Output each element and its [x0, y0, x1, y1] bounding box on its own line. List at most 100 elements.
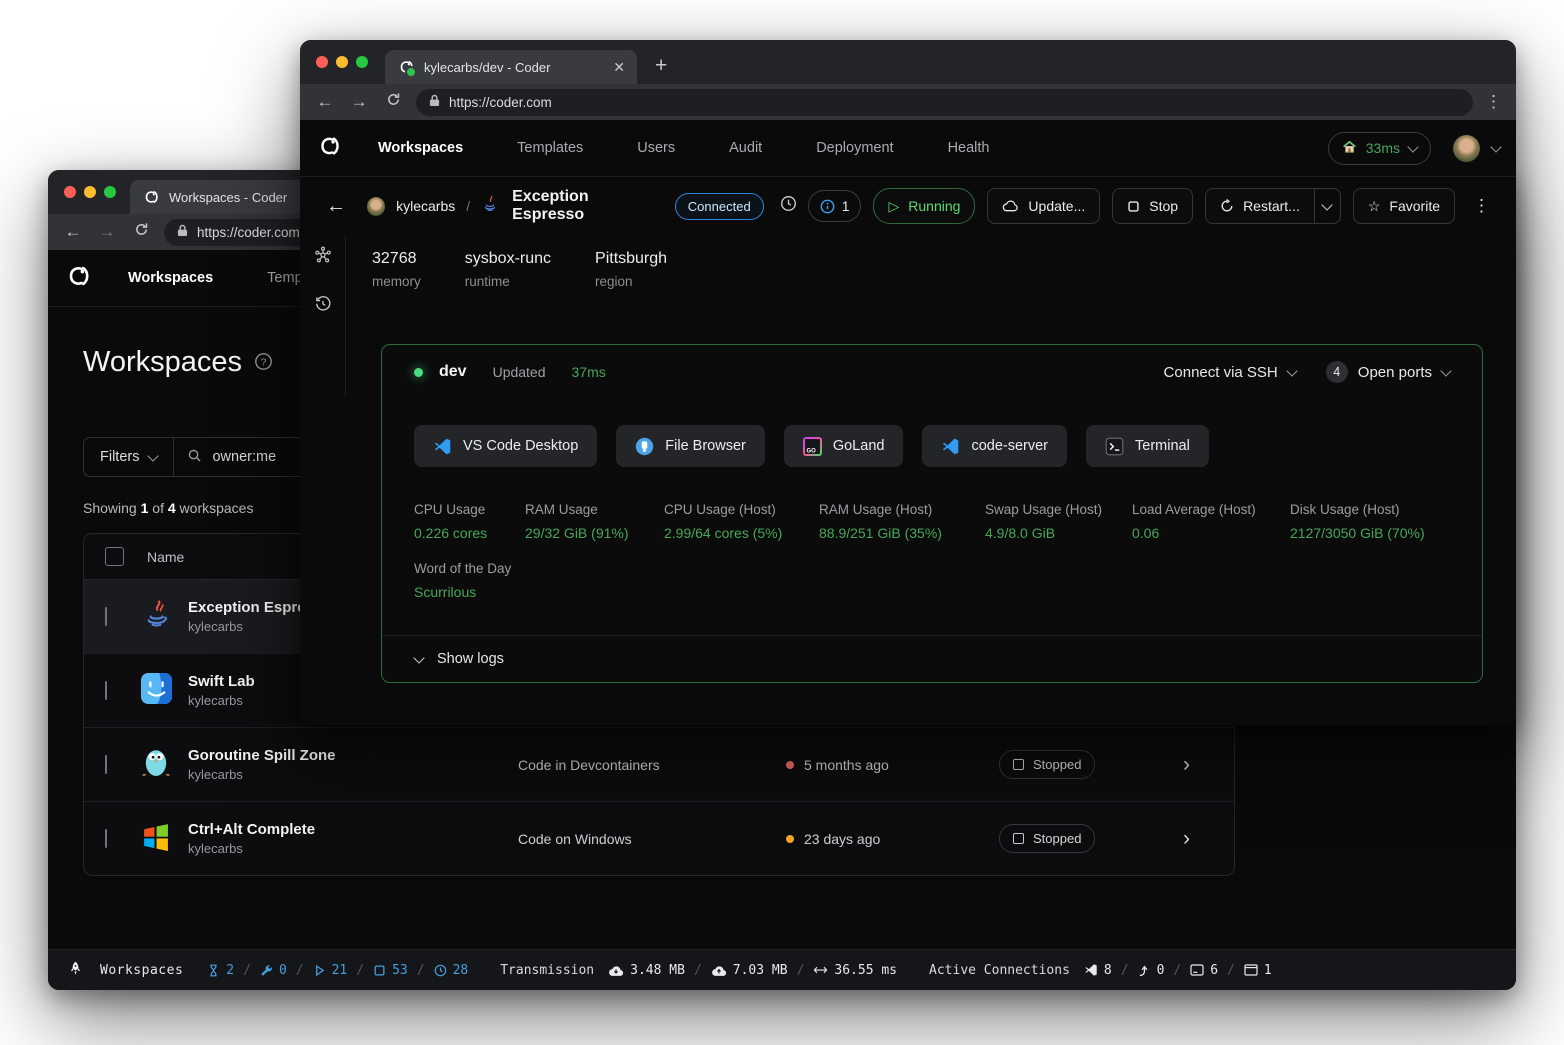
close-window-button[interactable] — [64, 186, 76, 198]
coder-logo[interactable] — [64, 262, 92, 295]
chevron-down-icon — [1286, 365, 1297, 376]
help-icon[interactable]: ? — [254, 346, 273, 379]
latency-menu[interactable]: 33ms — [1328, 132, 1431, 165]
results-count: Showing 1 of 4 workspaces — [83, 500, 253, 516]
browser-menu-icon[interactable]: ⋮ — [1485, 92, 1502, 112]
pending-count: 2 — [207, 963, 234, 978]
close-window-button[interactable] — [316, 56, 328, 68]
nav-item-deployment[interactable]: Deployment — [816, 140, 893, 156]
code-server-button[interactable]: code-server — [922, 425, 1067, 467]
workspace-name: Goroutine Spill Zone — [188, 747, 518, 764]
stopped-count: 53 — [373, 963, 408, 978]
select-all-checkbox[interactable] — [105, 547, 124, 566]
name-column-header: Name — [147, 549, 184, 565]
back-navigation-icon[interactable]: ← — [314, 92, 336, 112]
nav-item-workspaces[interactable]: Workspaces — [128, 270, 213, 286]
row-checkbox[interactable] — [105, 681, 107, 700]
metadata-item: sysbox-runc runtime — [465, 250, 551, 289]
forward-navigation-icon[interactable]: → — [96, 222, 118, 242]
nav-item-health[interactable]: Health — [948, 140, 990, 156]
forward-navigation-icon[interactable]: → — [348, 92, 370, 112]
running-count: 21 — [313, 963, 348, 978]
restart-split-button: Restart... — [1205, 188, 1341, 224]
owner-avatar — [367, 197, 385, 216]
stat-cpu: CPU Usage 0.226 cores — [414, 502, 525, 541]
show-logs-toggle[interactable]: Show logs — [382, 636, 1482, 682]
building-count: 0 — [260, 963, 287, 978]
open-ports-button[interactable]: Open ports — [1358, 364, 1432, 381]
history-icon[interactable] — [314, 295, 332, 318]
status-badge: Stopped — [999, 750, 1095, 779]
search-icon — [187, 448, 202, 467]
stat-swap-host: Swap Usage (Host) 4.9/8.0 GiB — [985, 502, 1132, 541]
reload-icon[interactable] — [382, 92, 404, 112]
goland-button[interactable]: GO GoLand — [784, 425, 904, 467]
status-bar: Workspaces 2 / 0 / 21 / 53 / 28 Transmis… — [48, 949, 1516, 990]
app-buttons: VS Code Desktop File Browser GO GoLand c… — [414, 425, 1209, 467]
coder-favicon — [397, 58, 415, 76]
workspace-template: Code on Windows — [518, 831, 786, 847]
minimize-window-button[interactable] — [84, 186, 96, 198]
workspace-template: Code in Devcontainers — [518, 757, 786, 773]
row-checkbox[interactable] — [105, 829, 107, 848]
tab-title: kylecarbs/dev - Coder — [424, 60, 550, 75]
user-menu-chevron-icon[interactable] — [1490, 141, 1501, 152]
front-browser-toolbar: ← → https://coder.com ⋮ — [300, 84, 1516, 120]
back-arrow-icon[interactable]: ← — [326, 195, 346, 218]
favorite-button[interactable]: ☆ Favorite — [1353, 188, 1455, 224]
url-text: https://coder.com — [197, 225, 300, 240]
back-navigation-icon[interactable]: ← — [62, 222, 84, 242]
agent-latency: 37ms — [572, 364, 606, 380]
word-of-the-day: Word of the Day Scurrilous — [414, 561, 511, 600]
nav-item-workspaces[interactable]: Workspaces — [378, 140, 463, 156]
terminal-button[interactable]: Terminal — [1086, 425, 1209, 467]
metadata-value: sysbox-runc — [465, 250, 551, 268]
maximize-window-button[interactable] — [356, 56, 368, 68]
maximize-window-button[interactable] — [104, 186, 116, 198]
browser-tab[interactable]: kylecarbs/dev - Coder ✕ — [385, 50, 637, 84]
nav-item-users[interactable]: Users — [637, 140, 675, 156]
metadata-value: 32768 — [372, 250, 421, 268]
resources-icon[interactable] — [314, 246, 332, 269]
new-tab-button[interactable]: + — [655, 54, 667, 78]
workspace-title: Exception Espresso — [512, 188, 658, 224]
owner-name[interactable]: kylecarbs — [396, 198, 455, 214]
workspace-search-input[interactable]: owner:me — [174, 438, 289, 476]
user-avatar[interactable] — [1453, 135, 1480, 162]
nav-item-templates[interactable]: Templates — [517, 140, 583, 156]
metadata-label: region — [595, 274, 667, 289]
connect-ssh-button[interactable]: Connect via SSH — [1164, 364, 1278, 381]
table-row[interactable]: Goroutine Spill Zone kylecarbs Code in D… — [84, 728, 1234, 802]
vscode-icon — [433, 437, 452, 456]
restart-button[interactable]: Restart... — [1205, 188, 1315, 224]
workspace-menu-icon[interactable]: ⋮ — [1473, 196, 1490, 216]
goland-icon: GO — [803, 437, 822, 456]
filters-dropdown[interactable]: Filters — [84, 438, 174, 476]
agent-updated-label: Updated — [493, 364, 546, 380]
vscode-desktop-button[interactable]: VS Code Desktop — [414, 425, 597, 467]
schedule-clock-icon[interactable] — [780, 195, 797, 217]
coder-favicon — [142, 188, 160, 206]
upload-stat: 7.03 MB — [711, 963, 788, 978]
tab-close-icon[interactable]: ✕ — [613, 59, 625, 76]
table-row[interactable]: Ctrl+Alt Complete kylecarbs Code on Wind… — [84, 802, 1234, 875]
chevron-down-icon — [1407, 141, 1418, 152]
outdated-info-badge[interactable]: 1 — [808, 190, 862, 222]
minimize-window-button[interactable] — [336, 56, 348, 68]
row-checkbox[interactable] — [105, 755, 107, 774]
code-server-icon — [941, 437, 960, 456]
update-button[interactable]: Update... — [987, 188, 1100, 224]
transmission-label: Transmission — [500, 963, 594, 978]
stop-button[interactable]: Stop — [1112, 188, 1193, 224]
coder-logo[interactable] — [316, 133, 342, 164]
running-status-badge[interactable]: ▷ Running — [873, 188, 975, 224]
reload-icon[interactable] — [130, 222, 152, 242]
nav-item-audit[interactable]: Audit — [729, 140, 762, 156]
restart-options-chevron[interactable] — [1315, 188, 1341, 224]
row-checkbox[interactable] — [105, 607, 107, 626]
file-browser-button[interactable]: File Browser — [616, 425, 765, 467]
status-badge: Stopped — [999, 824, 1095, 853]
terminal-icon — [1105, 437, 1124, 456]
address-bar[interactable]: https://coder.com — [416, 89, 1473, 116]
agent-status-dot — [414, 368, 423, 377]
